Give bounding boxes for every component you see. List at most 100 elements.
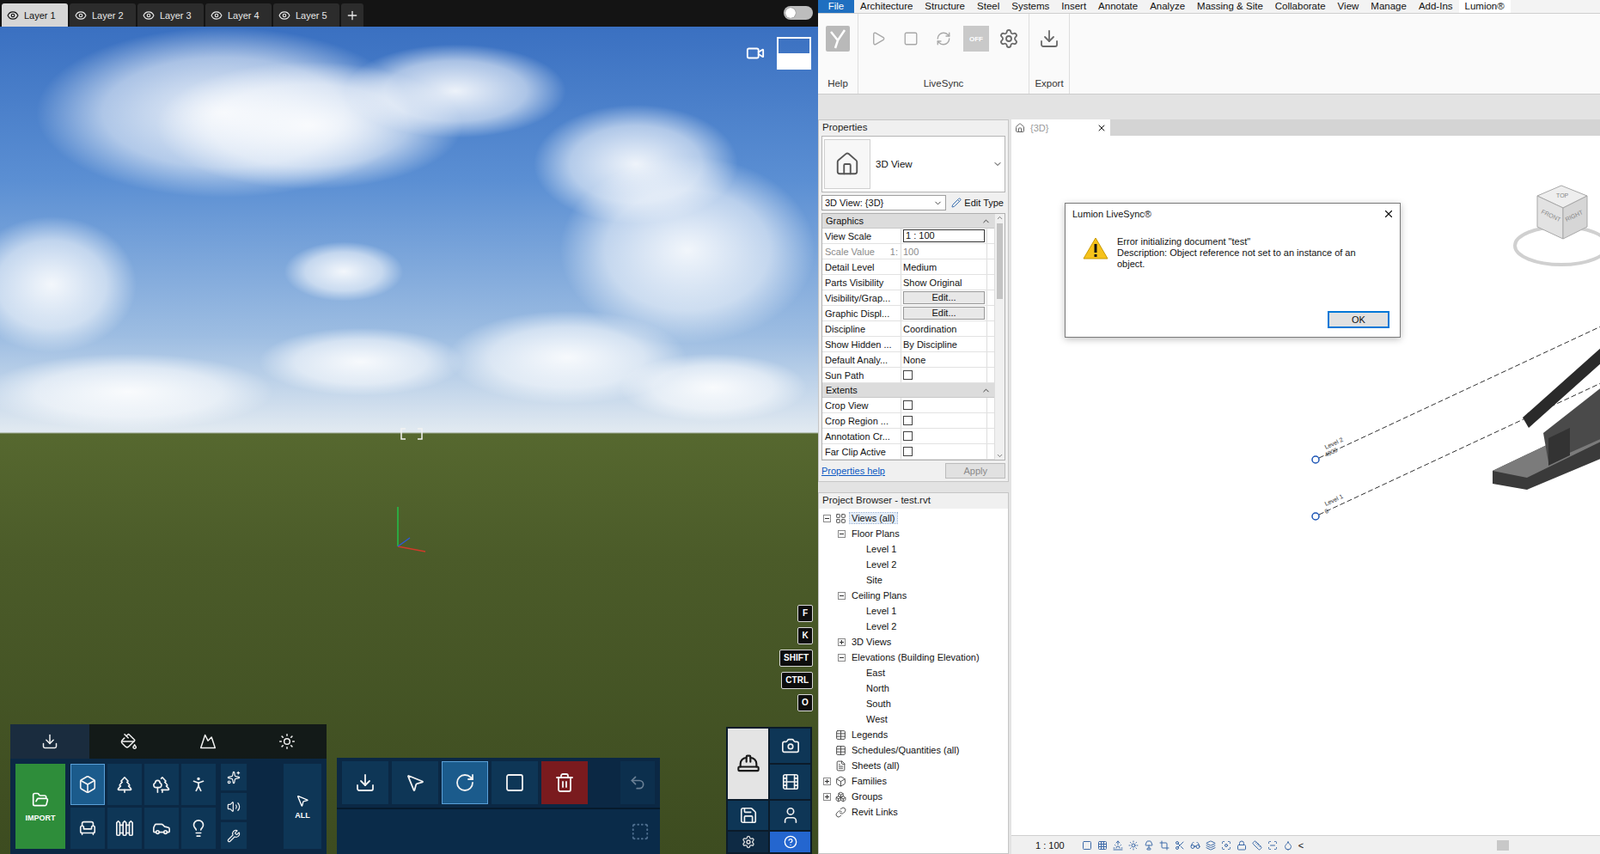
edit-tool-button[interactable] — [341, 761, 389, 805]
instance-selector[interactable]: 3D View: {3D} — [821, 195, 947, 211]
category-tab[interactable] — [10, 724, 90, 759]
view-tab[interactable]: {3D} — [1011, 119, 1111, 136]
view-control-icon[interactable] — [1221, 840, 1232, 851]
edit-button[interactable]: Edit... — [903, 291, 985, 305]
property-row[interactable]: Annotation Cr... — [822, 428, 995, 445]
building-model[interactable] — [1492, 346, 1600, 490]
tree-item[interactable]: 3D Views — [822, 634, 1005, 650]
tree-item[interactable]: Schedules/Quantities (all) — [822, 742, 1005, 758]
type-selector[interactable]: 3D View — [821, 135, 1006, 193]
sync-button[interactable] — [930, 24, 957, 54]
property-section[interactable]: Graphics — [822, 213, 995, 229]
eye-icon[interactable] — [142, 9, 155, 22]
tree-item[interactable]: Sheets (all) — [822, 757, 1005, 774]
view-scale[interactable]: 1 : 100 — [1035, 840, 1065, 851]
object-type-button[interactable] — [107, 807, 142, 849]
layer-tab[interactable]: Layer 2 — [69, 3, 136, 27]
object-type-button[interactable] — [181, 763, 216, 806]
edit-tool-button[interactable] — [391, 761, 439, 805]
axis-gizmo-icon[interactable] — [390, 503, 429, 559]
tree-item[interactable]: Level 2 — [822, 618, 1005, 635]
shortcut-key[interactable]: O — [797, 694, 813, 712]
scroll-left-button[interactable]: < — [1298, 840, 1304, 851]
collapse-icon[interactable] — [823, 514, 831, 523]
box-select-icon[interactable] — [630, 822, 650, 842]
layer-tab[interactable]: Layer 4 — [205, 3, 272, 27]
view-control-icon[interactable] — [1097, 840, 1108, 851]
property-row[interactable]: Graphic Displ...Edit... — [822, 305, 995, 322]
ribbon-tab[interactable]: Lumion® — [1459, 0, 1511, 13]
layer-tab[interactable]: Layer 1 — [1, 3, 68, 27]
edit-tool-button[interactable] — [541, 761, 588, 805]
collapse-icon[interactable] — [837, 530, 846, 538]
add-layer-button[interactable] — [341, 3, 364, 27]
shortcut-key[interactable]: SHIFT — [779, 649, 813, 667]
tree-item[interactable]: Views (all) — [822, 510, 1005, 526]
edit-button[interactable]: Edit... — [903, 306, 985, 320]
ribbon-tab[interactable]: File — [818, 0, 855, 13]
screen-mode-button[interactable] — [776, 36, 812, 70]
object-type-button[interactable] — [220, 822, 247, 849]
view-control-icon[interactable] — [1174, 840, 1185, 851]
play-button[interactable] — [865, 24, 892, 54]
edit-tool-button[interactable] — [491, 761, 538, 805]
view-control-icon[interactable] — [1251, 840, 1263, 851]
view-control-icon[interactable] — [1282, 840, 1294, 851]
help-button[interactable] — [769, 831, 811, 853]
view-scale-input[interactable]: 1 : 100 — [903, 229, 985, 243]
object-type-button[interactable] — [144, 807, 179, 849]
export-button[interactable] — [1036, 24, 1063, 54]
view-control-icon[interactable] — [1143, 840, 1155, 851]
shortcut-key[interactable]: K — [797, 627, 813, 645]
view-control-icon[interactable] — [1190, 840, 1201, 851]
object-type-button[interactable] — [181, 807, 216, 849]
property-row[interactable]: Far Clip Active — [822, 444, 995, 460]
close-icon[interactable] — [1382, 207, 1395, 220]
shortcut-key[interactable]: F — [797, 604, 813, 623]
view-control-icon[interactable] — [1081, 840, 1093, 851]
view-control-icon[interactable] — [1205, 840, 1216, 851]
property-row[interactable]: Show Hidden ...By Discipline — [822, 336, 995, 353]
expand-icon[interactable] — [823, 777, 831, 786]
property-checkbox[interactable] — [903, 431, 913, 441]
object-type-button[interactable] — [144, 763, 179, 806]
mode-button[interactable] — [769, 764, 811, 800]
tree-item[interactable]: Groups — [822, 788, 1005, 805]
ribbon-tab[interactable]: Structure — [918, 0, 971, 13]
mode-button[interactable] — [727, 728, 769, 800]
scroll-up-icon[interactable] — [995, 213, 1004, 222]
eye-icon[interactable] — [6, 9, 19, 22]
property-row[interactable]: Crop Region ... — [822, 413, 995, 429]
tree-item[interactable]: Legends — [822, 726, 1005, 743]
tree-item[interactable]: West — [822, 711, 1005, 727]
edit-type-button[interactable]: Edit Type — [949, 196, 1006, 209]
ribbon-tab[interactable]: Systems — [1005, 0, 1056, 13]
livesync-off-button[interactable]: OFF — [963, 25, 990, 52]
view-control-icon[interactable] — [1267, 840, 1278, 851]
undo-button[interactable] — [620, 761, 655, 805]
tree-item[interactable]: Level 1 — [822, 541, 1005, 557]
tree-item[interactable]: Revit Links — [822, 804, 1005, 820]
select-all-button[interactable]: ALL — [283, 763, 322, 849]
level-line[interactable]: Level 10 — [1312, 382, 1600, 520]
property-row[interactable]: View Scale1 : 100 — [822, 228, 995, 245]
ribbon-tab[interactable]: Add-Ins — [1412, 0, 1460, 13]
expand-icon[interactable] — [823, 793, 831, 801]
eye-icon[interactable] — [210, 9, 223, 22]
ribbon-tab[interactable]: Massing & Site — [1190, 0, 1270, 13]
drawing-canvas[interactable]: Level 24000Level 10TOPFRONTRIGHTLumion L… — [1011, 135, 1600, 836]
tree-item[interactable]: Families — [822, 773, 1005, 789]
import-button[interactable]: IMPORT — [15, 763, 66, 849]
eye-icon[interactable] — [278, 9, 291, 22]
object-type-button[interactable] — [220, 793, 247, 820]
scroll-down-icon[interactable] — [995, 451, 1004, 460]
property-row[interactable]: Crop View — [822, 397, 995, 414]
ok-button[interactable]: OK — [1327, 311, 1390, 329]
property-scrollbar[interactable] — [994, 213, 1005, 460]
view-control-icon[interactable] — [1236, 840, 1247, 851]
tree-item[interactable]: East — [822, 665, 1005, 681]
ribbon-tab[interactable]: Architecture — [854, 0, 919, 13]
settings-button[interactable] — [995, 24, 1022, 54]
category-tab[interactable] — [168, 724, 248, 759]
tree-item[interactable]: Floor Plans — [822, 525, 1005, 542]
